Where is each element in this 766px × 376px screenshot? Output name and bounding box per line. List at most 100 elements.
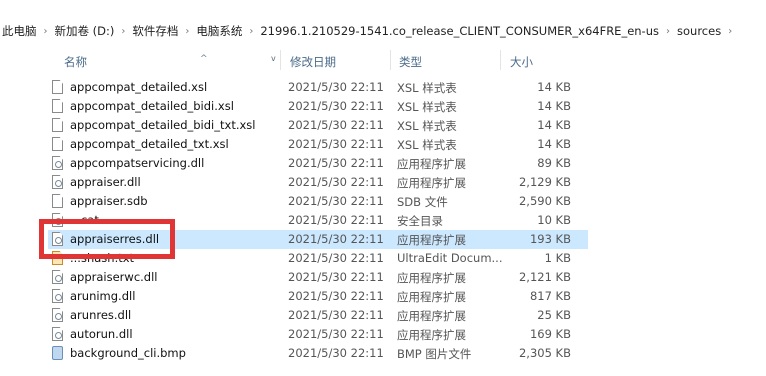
dll-icon <box>52 175 63 189</box>
document-icon <box>52 118 63 132</box>
breadcrumb-item[interactable]: 电脑系统 <box>194 23 244 39</box>
file-row[interactable]: autorun.dll 2021/5/30 22:11 应用程序扩展 169 KB <box>48 325 588 344</box>
column-divider[interactable] <box>280 50 281 70</box>
breadcrumb-item[interactable]: 新加卷 (D:) <box>53 23 117 39</box>
file-name: appraiserwc.dll <box>70 270 158 284</box>
file-type: 应用程序扩展 <box>397 328 466 342</box>
breadcrumb: 此电脑 › 新加卷 (D:) › 软件存档 › 电脑系统 › 21996.1.210529-15… <box>0 20 766 42</box>
file-row[interactable]: appcompat_detailed_bidi.xsl 2021/5/30 22:… <box>48 97 588 116</box>
breadcrumb-item[interactable]: 21996.1.210529-1541.co_release_CLIENT_CO… <box>258 24 661 38</box>
dll-icon <box>52 327 63 341</box>
file-type: 应用程序扩展 <box>397 157 466 171</box>
file-name: appcompat_detailed_bidi.xsl <box>70 99 234 113</box>
file-row[interactable]: arunres.dll 2021/5/30 22:11 应用程序扩展 25 KB <box>48 306 588 325</box>
file-type: 应用程序扩展 <box>397 271 466 285</box>
file-size: 2,305 KB <box>518 346 571 360</box>
file-name: appraiser.dll <box>70 175 141 189</box>
file-row[interactable]: appcompat_detailed_bidi_txt.xsl 2021/5/30… <box>48 116 588 135</box>
chevron-right-icon[interactable]: › <box>180 26 194 37</box>
file-size: 14 KB <box>537 80 571 94</box>
chevron-right-icon[interactable]: › <box>661 26 675 37</box>
file-row[interactable]: appraiser.sdb 2021/5/30 22:11 SDB 文件 2,590 … <box>48 192 588 211</box>
breadcrumb-item[interactable]: sources <box>675 24 723 38</box>
file-name: arunres.dll <box>70 308 132 322</box>
breadcrumb-item[interactable]: 软件存档 <box>130 23 180 39</box>
file-date: 2021/5/30 22:11 <box>288 118 384 132</box>
dll-icon <box>52 156 63 170</box>
file-row[interactable]: appraiser.dll 2021/5/30 22:11 应用程序扩展 2,129 … <box>48 173 588 192</box>
file-size: 2,121 KB <box>518 270 571 284</box>
file-type: SDB 文件 <box>397 195 448 209</box>
file-date: 2021/5/30 22:11 <box>288 308 384 322</box>
file-row[interactable]: appcompat_detailed.xsl 2021/5/30 22:11 XSL… <box>48 78 588 97</box>
column-divider[interactable] <box>500 50 501 70</box>
file-size: 2,590 KB <box>518 194 571 208</box>
file-size: 193 KB <box>529 232 571 246</box>
file-type: 应用程序扩展 <box>397 290 466 304</box>
file-date: 2021/5/30 22:11 <box>288 289 384 303</box>
file-name: background_cli.bmp <box>70 346 186 360</box>
file-size: 14 KB <box>537 99 571 113</box>
file-type: 应用程序扩展 <box>397 309 466 323</box>
file-date: 2021/5/30 22:11 <box>288 156 384 170</box>
file-date: 2021/5/30 22:11 <box>288 251 384 265</box>
file-name: appraiser.sdb <box>70 194 148 208</box>
file-name: arunimg.dll <box>70 289 136 303</box>
file-type: 安全目录 <box>397 214 443 228</box>
file-type: BMP 图片文件 <box>397 347 472 361</box>
file-size: 89 KB <box>537 156 571 170</box>
column-type[interactable]: 类型 <box>399 54 422 70</box>
column-date[interactable]: 修改日期 <box>290 54 336 70</box>
file-name: appcompatservicing.dll <box>70 156 205 170</box>
file-type: XSL 样式表 <box>397 119 457 133</box>
file-row[interactable]: appraiserwc.dll 2021/5/30 22:11 应用程序扩展 2,12… <box>48 268 588 287</box>
chevron-right-icon[interactable]: › <box>116 26 130 37</box>
file-name: appcompat_detailed_txt.xsl <box>70 137 229 151</box>
file-name: autorun.dll <box>70 327 133 341</box>
file-size: 2,129 KB <box>518 175 571 189</box>
document-icon <box>52 194 63 208</box>
breadcrumb-item[interactable]: 此电脑 <box>0 23 39 39</box>
file-row[interactable]: appcompat_detailed_txt.xsl 2021/5/30 22:1… <box>48 135 588 154</box>
dll-icon <box>52 289 63 303</box>
file-name: appcompat_detailed_bidi_txt.xsl <box>70 118 256 132</box>
bitmap-icon <box>52 346 63 360</box>
file-date: 2021/5/30 22:11 <box>288 99 384 113</box>
document-icon <box>52 80 63 94</box>
file-size: 817 KB <box>529 289 571 303</box>
file-type: XSL 样式表 <box>397 138 457 152</box>
document-icon <box>52 99 63 113</box>
file-date: 2021/5/30 22:11 <box>288 327 384 341</box>
file-size: 1 KB <box>544 251 571 265</box>
file-type: XSL 样式表 <box>397 81 457 95</box>
file-name: appcompat_detailed.xsl <box>70 80 208 94</box>
column-header: 名称 ^ v 修改日期 类型 大小 <box>50 49 580 71</box>
annotation-highlight-box <box>39 219 175 259</box>
file-type: XSL 样式表 <box>397 100 457 114</box>
chevron-right-icon[interactable]: › <box>723 26 737 37</box>
dll-icon <box>52 270 63 284</box>
file-date: 2021/5/30 22:11 <box>288 232 384 246</box>
dll-icon <box>52 308 63 322</box>
file-type: 应用程序扩展 <box>397 176 466 190</box>
file-date: 2021/5/30 22:11 <box>288 194 384 208</box>
file-date: 2021/5/30 22:11 <box>288 270 384 284</box>
column-size[interactable]: 大小 <box>510 54 533 70</box>
file-type: 应用程序扩展 <box>397 233 466 247</box>
column-divider[interactable] <box>390 50 391 70</box>
file-row[interactable]: arunimg.dll 2021/5/30 22:11 应用程序扩展 817 KB <box>48 287 588 306</box>
file-date: 2021/5/30 22:11 <box>288 80 384 94</box>
chevron-down-icon[interactable]: v <box>271 54 276 63</box>
file-row[interactable]: appcompatservicing.dll 2021/5/30 22:11 应用程… <box>48 154 588 173</box>
file-date: 2021/5/30 22:11 <box>288 346 384 360</box>
file-size: 169 KB <box>529 327 571 341</box>
file-row[interactable]: background_cli.bmp 2021/5/30 22:11 BMP 图片文… <box>48 344 588 363</box>
chevron-right-icon[interactable]: › <box>244 26 258 37</box>
column-name[interactable]: 名称 <box>64 54 87 70</box>
file-date: 2021/5/30 22:11 <box>288 137 384 151</box>
file-size: 14 KB <box>537 118 571 132</box>
file-date: 2021/5/30 22:11 <box>288 175 384 189</box>
file-size: 14 KB <box>537 137 571 151</box>
chevron-right-icon[interactable]: › <box>39 26 53 37</box>
file-size: 25 KB <box>537 308 571 322</box>
